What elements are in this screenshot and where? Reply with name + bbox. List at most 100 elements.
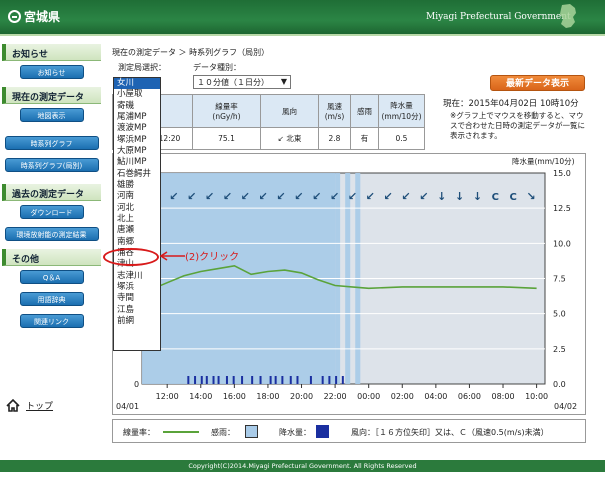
station-option[interactable]: 塚浜: [114, 282, 160, 293]
station-option[interactable]: 南郷: [114, 237, 160, 248]
glossary-button[interactable]: 用語辞典: [19, 292, 84, 306]
wind-symbol: ↓: [473, 190, 482, 203]
cell-dose: 75.1: [192, 127, 261, 150]
station-dropdown-list[interactable]: 女川 小屋取 寄磯 尾浦MP 渡波MP 塚浜MP 大原MP 鮎川MP 石巻鰐井 雄勝 河南 河北 北上唐…: [113, 77, 161, 351]
x-tick-label: 12:00: [156, 392, 179, 401]
cell-wind-dir: ↙ 北東: [260, 127, 319, 150]
precip-bar: [289, 376, 292, 384]
wind-symbol: ↙: [205, 190, 214, 203]
datatype-select-value: １０分値（１日分）: [197, 78, 269, 87]
y2-tick-label: 5.0: [553, 310, 566, 319]
latest-data-button[interactable]: 最新データ表示: [490, 75, 585, 91]
station-option[interactable]: 河南: [114, 191, 160, 202]
date-label-end: 04/02: [554, 402, 577, 411]
top-link[interactable]: トップ: [6, 399, 53, 412]
station-option[interactable]: 唐瀬: [114, 225, 160, 236]
callout-label: (2)クリック: [185, 252, 240, 263]
precip-bar: [194, 376, 197, 384]
station-option[interactable]: 石巻鰐井: [114, 169, 160, 180]
wind-symbol: ↙: [384, 190, 393, 203]
datatype-label: データ種別：: [193, 63, 241, 72]
map-view-button[interactable]: 地図表示: [19, 108, 84, 122]
wind-symbol: ↓: [437, 190, 446, 203]
wind-symbol: ↙: [419, 190, 428, 203]
wind-symbol: ↙: [187, 190, 196, 203]
site-subtitle: Miyagi Prefectural Government: [426, 12, 571, 22]
station-option[interactable]: 鮎川MP: [114, 157, 160, 168]
cell-precip: 0.5: [378, 127, 425, 150]
sidebar: お知らせ お知らせ 現在の測定データ 地図表示 時系列グラフ 時系列グラフ(局別…: [0, 44, 103, 328]
x-tick-label: 22:00: [324, 392, 347, 401]
legend-dose-label: 線量率：: [123, 428, 155, 437]
station-option[interactable]: 河北: [114, 203, 160, 214]
legend-wind-label: 風向：［１６方位矢印］又は、Ｃ（風速0.5(m/s)未満）: [351, 428, 549, 437]
wind-symbol: ↙: [294, 190, 303, 203]
col-rain-sense: 感雨: [350, 94, 379, 128]
chart-legend: 線量率： 感雨： 降水量： 風向：［１６方位矢印］又は、Ｃ（風速0.5(m/s)…: [112, 419, 586, 443]
emblem-icon: [8, 10, 21, 23]
station-option[interactable]: 志津川: [114, 271, 160, 282]
header-divider: [0, 34, 605, 36]
callout-highlight: [103, 248, 159, 266]
y2-tick-label: 7.5: [553, 275, 566, 284]
y2-tick-label: 10.0: [553, 239, 571, 248]
radioactivity-results-button[interactable]: 環境放射能の測定結果: [4, 227, 99, 241]
related-links-button[interactable]: 関連リンク: [19, 314, 84, 328]
top-link-label[interactable]: トップ: [26, 399, 53, 412]
wind-symbol: C: [509, 192, 516, 203]
precip-bar: [269, 376, 272, 384]
news-button[interactable]: お知らせ: [19, 65, 84, 79]
precip-bar: [281, 376, 284, 384]
precip-bar: [241, 376, 244, 384]
precip-bar: [217, 376, 220, 384]
station-option[interactable]: 塚浜MP: [114, 135, 160, 146]
precip-bar: [225, 376, 228, 384]
y2-tick-label: 0.0: [553, 380, 566, 389]
callout-arrow-icon: [159, 251, 185, 261]
station-option[interactable]: 渡波MP: [114, 123, 160, 134]
x-tick-label: 16:00: [223, 392, 246, 401]
precip-bar: [274, 376, 277, 384]
wind-symbol: C: [492, 192, 499, 203]
y2-tick-label: 15.0: [553, 169, 571, 178]
station-option[interactable]: 北上: [114, 214, 160, 225]
precip-bar: [187, 376, 190, 384]
precip-bar: [328, 376, 331, 384]
wind-symbol: ↙: [241, 190, 250, 203]
station-option[interactable]: 女川: [114, 78, 160, 90]
site-title: 宮城県: [24, 10, 61, 24]
station-option[interactable]: 大原MP: [114, 146, 160, 157]
chevron-down-icon: ▼: [280, 77, 287, 86]
station-option[interactable]: 雄勝: [114, 180, 160, 191]
station-option[interactable]: 寄磯: [114, 101, 160, 112]
wind-arrow-icon: ↙: [277, 134, 284, 143]
cell-rain-sense: 有: [350, 127, 379, 150]
station-option[interactable]: 前網: [114, 316, 160, 327]
wind-symbol: ↙: [312, 190, 321, 203]
qa-button[interactable]: Q＆A: [19, 270, 84, 284]
legend-precip-label: 降水量：: [279, 428, 311, 437]
col-dose: 線量率 (nGy/h): [192, 94, 261, 128]
col-wind-dir: 風向: [260, 94, 319, 128]
precip-bar: [296, 376, 299, 384]
precip-bar: [259, 376, 262, 384]
precip-bar: [309, 376, 312, 384]
prefecture-logo[interactable]: 宮城県: [8, 8, 60, 25]
station-option[interactable]: 江島: [114, 305, 160, 316]
download-button[interactable]: ダウンロード: [19, 205, 84, 219]
x-tick-label: 20:00: [290, 392, 313, 401]
precip-bar: [205, 376, 208, 384]
sidebar-heading-current: 現在の測定データ: [2, 87, 101, 104]
timeseries-station-button[interactable]: 時系列グラフ(局別): [4, 158, 99, 172]
col-wind-speed: 風速 (m/s): [318, 94, 351, 128]
timeseries-graph-button[interactable]: 時系列グラフ: [4, 136, 99, 150]
station-option[interactable]: 尾浦MP: [114, 112, 160, 123]
chart-svg[interactable]: 0.0 2.5 5.0 7.5 10.0 12.5 15.0 降水量(mm/10分) 0 12:0…: [112, 153, 586, 415]
station-option[interactable]: 小屋取: [114, 89, 160, 100]
home-icon: [6, 399, 20, 412]
sidebar-heading-other: その他: [2, 249, 101, 266]
timeseries-chart[interactable]: 0.0 2.5 5.0 7.5 10.0 12.5 15.0 降水量(mm/10分) 0 12:0…: [112, 153, 586, 415]
x-tick-label: 02:00: [391, 392, 414, 401]
station-option[interactable]: 寺間: [114, 293, 160, 304]
datatype-select[interactable]: １０分値（１日分） ▼: [193, 75, 291, 89]
